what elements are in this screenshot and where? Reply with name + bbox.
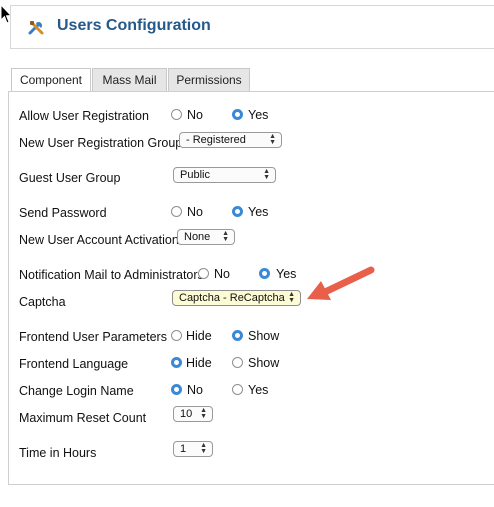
select-arrows-icon: ▲ ▼ (288, 291, 295, 304)
frontend-user-parameters-hide-label: Hide (186, 329, 212, 343)
new-user-registration-group-value: - Registered (186, 134, 246, 146)
captcha-label: Captcha (19, 295, 66, 309)
new-user-registration-group-label: New User Registration Group (19, 136, 183, 150)
frontend-user-parameters-label: Frontend User Parameters (19, 330, 167, 344)
captcha-value: Captcha - ReCaptcha (179, 292, 285, 304)
frontend-language-hide-radio[interactable] (171, 357, 182, 368)
annotation-arrow-icon (307, 266, 375, 300)
select-arrows-icon: ▲ ▼ (269, 133, 276, 146)
frontend-language-show-radio[interactable] (232, 357, 243, 368)
send-password-no-label: No (187, 205, 203, 219)
tools-icon (28, 21, 44, 35)
page-header: Users Configuration (10, 5, 494, 49)
change-login-name-no-label: No (187, 383, 203, 397)
component-settings-panel (8, 91, 494, 485)
allow-registration-yes-radio[interactable] (232, 109, 243, 120)
frontend-user-parameters-show-label: Show (248, 329, 280, 343)
tab-mass-mail[interactable]: Mass Mail (92, 68, 167, 91)
send-password-yes-label: Yes (248, 205, 269, 219)
tab-permissions[interactable]: Permissions (168, 68, 250, 91)
new-user-account-activation-label: New User Account Activation (19, 233, 179, 247)
send-password-no-radio[interactable] (171, 206, 182, 217)
guest-user-group-label: Guest User Group (19, 171, 121, 185)
time-in-hours-label: Time in Hours (19, 446, 97, 460)
notification-mail-label: Notification Mail to Administrators (19, 268, 204, 282)
frontend-language-label: Frontend Language (19, 357, 129, 371)
change-login-name-yes-radio[interactable] (232, 384, 243, 395)
allow-user-registration-label: Allow User Registration (19, 109, 149, 123)
new-user-account-activation-value: None (184, 231, 211, 243)
new-user-registration-group-select[interactable]: - Registered ▲ ▼ (179, 132, 282, 148)
new-user-account-activation-select[interactable]: None ▲ ▼ (177, 229, 235, 245)
frontend-language-show-label: Show (248, 356, 280, 370)
maximum-reset-count-select[interactable]: 10 ▲ ▼ (173, 406, 213, 422)
guest-user-group-select[interactable]: Public ▲ ▼ (173, 167, 276, 183)
change-login-name-yes-label: Yes (248, 383, 269, 397)
page-title: Users Configuration (57, 17, 211, 34)
select-arrows-icon: ▲ ▼ (200, 442, 207, 455)
notification-mail-no-label: No (214, 267, 230, 281)
select-arrows-icon: ▲ ▼ (200, 407, 207, 420)
maximum-reset-count-value: 10 (180, 408, 193, 420)
notification-mail-yes-radio[interactable] (259, 268, 270, 279)
select-arrows-icon: ▲ ▼ (222, 230, 229, 243)
guest-user-group-value: Public (180, 169, 210, 181)
select-arrows-icon: ▲ ▼ (263, 168, 270, 181)
allow-registration-yes-label: Yes (248, 108, 269, 122)
time-in-hours-value: 1 (180, 443, 187, 455)
captcha-select[interactable]: Captcha - ReCaptcha ▲ ▼ (172, 290, 301, 306)
allow-registration-no-label: No (187, 108, 203, 122)
frontend-user-parameters-hide-radio[interactable] (171, 330, 182, 341)
tab-component[interactable]: Component (11, 68, 91, 92)
maximum-reset-count-label: Maximum Reset Count (19, 411, 147, 425)
change-login-name-label: Change Login Name (19, 384, 134, 398)
allow-registration-no-radio[interactable] (171, 109, 182, 120)
send-password-label: Send Password (19, 206, 107, 220)
time-in-hours-select[interactable]: 1 ▲ ▼ (173, 441, 213, 457)
notification-mail-yes-label: Yes (276, 267, 297, 281)
send-password-yes-radio[interactable] (232, 206, 243, 217)
frontend-user-parameters-show-radio[interactable] (232, 330, 243, 341)
change-login-name-no-radio[interactable] (171, 384, 182, 395)
frontend-language-hide-label: Hide (186, 356, 212, 370)
notification-mail-no-radio[interactable] (198, 268, 209, 279)
